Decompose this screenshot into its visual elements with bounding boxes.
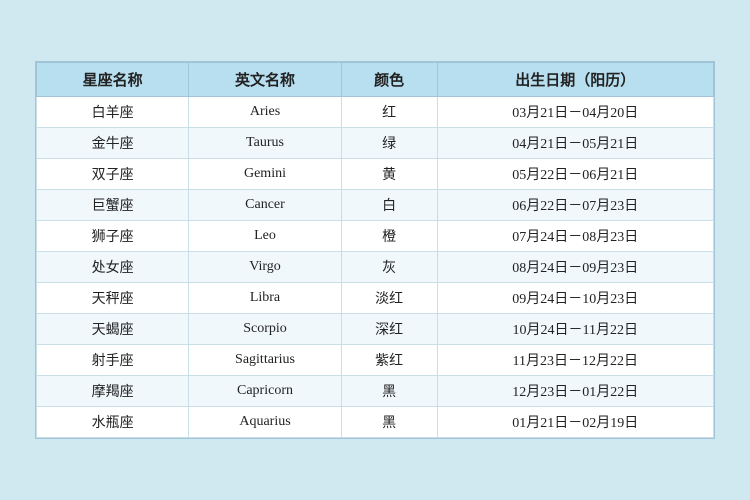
cell-r6-c0: 天秤座 bbox=[37, 283, 189, 314]
cell-r0-c1: Aries bbox=[189, 97, 341, 128]
cell-r10-c3: 01月21日－02月19日 bbox=[437, 407, 713, 438]
cell-r8-c2: 紫红 bbox=[341, 345, 437, 376]
table-row: 天蝎座Scorpio深红10月24日－11月22日 bbox=[37, 314, 714, 345]
cell-r5-c0: 处女座 bbox=[37, 252, 189, 283]
table-row: 天秤座Libra淡红09月24日－10月23日 bbox=[37, 283, 714, 314]
cell-r5-c2: 灰 bbox=[341, 252, 437, 283]
cell-r1-c1: Taurus bbox=[189, 128, 341, 159]
table-row: 射手座Sagittarius紫红11月23日－12月22日 bbox=[37, 345, 714, 376]
cell-r2-c1: Gemini bbox=[189, 159, 341, 190]
cell-r3-c1: Cancer bbox=[189, 190, 341, 221]
cell-r1-c3: 04月21日－05月21日 bbox=[437, 128, 713, 159]
cell-r7-c2: 深红 bbox=[341, 314, 437, 345]
cell-r6-c1: Libra bbox=[189, 283, 341, 314]
cell-r0-c2: 红 bbox=[341, 97, 437, 128]
table-header-row: 星座名称英文名称颜色出生日期（阳历） bbox=[37, 63, 714, 97]
cell-r10-c0: 水瓶座 bbox=[37, 407, 189, 438]
cell-r4-c1: Leo bbox=[189, 221, 341, 252]
cell-r3-c2: 白 bbox=[341, 190, 437, 221]
zodiac-table-wrapper: 星座名称英文名称颜色出生日期（阳历） 白羊座Aries红03月21日－04月20… bbox=[35, 61, 715, 439]
header-col-0: 星座名称 bbox=[37, 63, 189, 97]
cell-r5-c3: 08月24日－09月23日 bbox=[437, 252, 713, 283]
cell-r8-c1: Sagittarius bbox=[189, 345, 341, 376]
cell-r2-c0: 双子座 bbox=[37, 159, 189, 190]
cell-r4-c2: 橙 bbox=[341, 221, 437, 252]
cell-r10-c2: 黑 bbox=[341, 407, 437, 438]
cell-r0-c0: 白羊座 bbox=[37, 97, 189, 128]
table-row: 水瓶座Aquarius黑01月21日－02月19日 bbox=[37, 407, 714, 438]
cell-r4-c3: 07月24日－08月23日 bbox=[437, 221, 713, 252]
cell-r1-c0: 金牛座 bbox=[37, 128, 189, 159]
cell-r7-c0: 天蝎座 bbox=[37, 314, 189, 345]
cell-r6-c2: 淡红 bbox=[341, 283, 437, 314]
cell-r9-c2: 黑 bbox=[341, 376, 437, 407]
zodiac-table: 星座名称英文名称颜色出生日期（阳历） 白羊座Aries红03月21日－04月20… bbox=[36, 62, 714, 438]
table-row: 处女座Virgo灰08月24日－09月23日 bbox=[37, 252, 714, 283]
cell-r4-c0: 狮子座 bbox=[37, 221, 189, 252]
cell-r2-c2: 黄 bbox=[341, 159, 437, 190]
table-row: 金牛座Taurus绿04月21日－05月21日 bbox=[37, 128, 714, 159]
cell-r3-c0: 巨蟹座 bbox=[37, 190, 189, 221]
cell-r7-c3: 10月24日－11月22日 bbox=[437, 314, 713, 345]
header-col-3: 出生日期（阳历） bbox=[437, 63, 713, 97]
cell-r5-c1: Virgo bbox=[189, 252, 341, 283]
table-body: 白羊座Aries红03月21日－04月20日金牛座Taurus绿04月21日－0… bbox=[37, 97, 714, 438]
cell-r1-c2: 绿 bbox=[341, 128, 437, 159]
table-row: 白羊座Aries红03月21日－04月20日 bbox=[37, 97, 714, 128]
header-col-1: 英文名称 bbox=[189, 63, 341, 97]
table-row: 巨蟹座Cancer白06月22日－07月23日 bbox=[37, 190, 714, 221]
cell-r0-c3: 03月21日－04月20日 bbox=[437, 97, 713, 128]
cell-r2-c3: 05月22日－06月21日 bbox=[437, 159, 713, 190]
cell-r7-c1: Scorpio bbox=[189, 314, 341, 345]
cell-r6-c3: 09月24日－10月23日 bbox=[437, 283, 713, 314]
cell-r9-c3: 12月23日－01月22日 bbox=[437, 376, 713, 407]
cell-r9-c0: 摩羯座 bbox=[37, 376, 189, 407]
table-row: 双子座Gemini黄05月22日－06月21日 bbox=[37, 159, 714, 190]
cell-r10-c1: Aquarius bbox=[189, 407, 341, 438]
cell-r8-c0: 射手座 bbox=[37, 345, 189, 376]
cell-r3-c3: 06月22日－07月23日 bbox=[437, 190, 713, 221]
header-col-2: 颜色 bbox=[341, 63, 437, 97]
cell-r9-c1: Capricorn bbox=[189, 376, 341, 407]
table-row: 狮子座Leo橙07月24日－08月23日 bbox=[37, 221, 714, 252]
table-row: 摩羯座Capricorn黑12月23日－01月22日 bbox=[37, 376, 714, 407]
cell-r8-c3: 11月23日－12月22日 bbox=[437, 345, 713, 376]
